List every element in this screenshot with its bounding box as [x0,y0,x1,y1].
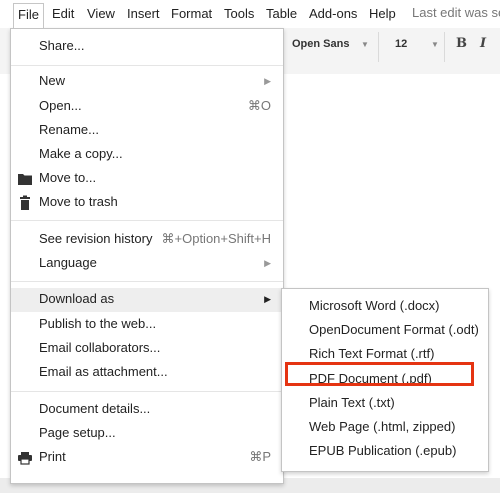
download-odt[interactable]: OpenDocument Format (.odt) [282,319,488,343]
menu-item-label: Print [39,449,66,464]
menu-item-language[interactable]: Language ▶ [11,252,283,276]
menu-item-label: Email as attachment... [39,364,168,379]
download-epub[interactable]: EPUB Publication (.epub) [282,440,488,464]
menu-edit[interactable]: Edit [52,5,74,23]
menu-view[interactable]: View [87,5,115,23]
menu-item-download-as[interactable]: Download as ▶ [11,288,283,312]
italic-button[interactable]: I [480,36,486,51]
download-html[interactable]: Web Page (.html, zipped) [282,416,488,440]
font-family-select[interactable]: Open Sans [292,38,349,50]
chevron-down-icon: ▼ [361,40,369,49]
menu-item-label: Move to... [39,170,97,185]
menu-item-move-to[interactable]: Move to... [11,167,283,191]
submenu-item-label: EPUB Publication (.epub) [309,443,457,458]
font-size-select[interactable]: 12 [395,38,407,50]
download-docx[interactable]: Microsoft Word (.docx) [282,295,488,319]
menu-help[interactable]: Help [369,5,396,23]
menu-item-email-attachment[interactable]: Email as attachment... [11,361,283,385]
menu-item-label: Publish to the web... [39,316,157,331]
download-as-submenu: Microsoft Word (.docx) OpenDocument Form… [281,288,489,472]
menu-item-document-details[interactable]: Document details... [11,398,283,422]
menu-item-label: Rename... [39,122,99,137]
shortcut-label: ⌘+Option+Shift+H [161,231,271,246]
menu-table[interactable]: Table [266,5,297,23]
menu-item-make-copy[interactable]: Make a copy... [11,143,283,167]
menu-tools[interactable]: Tools [224,5,254,23]
menubar: File Edit View Insert Format Tools Table… [0,0,500,28]
submenu-arrow-icon: ▶ [264,294,271,304]
menu-item-publish[interactable]: Publish to the web... [11,313,283,337]
submenu-arrow-icon: ▶ [264,76,271,86]
menu-item-page-setup[interactable]: Page setup... [11,422,283,446]
chevron-down-icon: ▼ [431,40,439,49]
file-menu: Share... New ▶ Open... ⌘O Rename... Make… [10,28,284,484]
submenu-item-label: Rich Text Format (.rtf) [309,346,435,361]
submenu-item-label: Microsoft Word (.docx) [309,298,440,313]
trash-icon [20,195,30,210]
menu-item-label: Download as [39,291,115,306]
menu-file[interactable]: File [13,3,44,28]
last-edit-link[interactable]: Last edit was se [412,5,500,20]
toolbar-divider [444,32,445,62]
toolbar-divider [378,32,379,62]
menu-insert[interactable]: Insert [127,5,160,23]
submenu-item-label: OpenDocument Format (.odt) [309,322,479,337]
print-icon [18,452,32,465]
menu-item-label: Share... [39,38,85,53]
menu-item-label: New [39,73,66,88]
menu-divider [11,281,283,282]
menu-item-label: Email collaborators... [39,340,161,355]
bold-button[interactable]: B [456,36,467,51]
shortcut-label: ⌘P [249,449,271,464]
menu-item-move-to-trash[interactable]: Move to trash [11,191,283,215]
menu-item-label: Document details... [39,401,151,416]
pdf-highlight-annotation [285,362,474,386]
menu-item-label: Page setup... [39,425,116,440]
submenu-item-label: Web Page (.html, zipped) [309,419,456,434]
menu-divider [11,65,283,66]
menu-item-new[interactable]: New ▶ [11,70,283,94]
menu-item-label: See revision history [39,231,153,246]
menu-item-revision-history[interactable]: See revision history ⌘+Option+Shift+H [11,228,283,252]
menu-item-open[interactable]: Open... ⌘O [11,95,283,119]
submenu-item-label: Plain Text (.txt) [309,395,395,410]
menu-item-rename[interactable]: Rename... [11,119,283,143]
submenu-arrow-icon: ▶ [264,258,271,268]
download-txt[interactable]: Plain Text (.txt) [282,392,488,416]
menu-format[interactable]: Format [171,5,212,23]
shortcut-label: ⌘O [247,98,271,113]
menu-item-label: Make a copy... [39,146,123,161]
folder-icon [18,174,32,185]
menu-item-label: Language [39,255,97,270]
menu-item-label: Open... [39,98,82,113]
menu-divider [11,391,283,392]
menu-item-email-collaborators[interactable]: Email collaborators... [11,337,283,361]
menu-item-label: Move to trash [39,194,118,209]
menu-divider [11,220,283,221]
menu-item-print[interactable]: Print ⌘P [11,446,283,470]
menu-add-ons[interactable]: Add-ons [309,5,357,23]
menu-item-share[interactable]: Share... [11,35,283,59]
